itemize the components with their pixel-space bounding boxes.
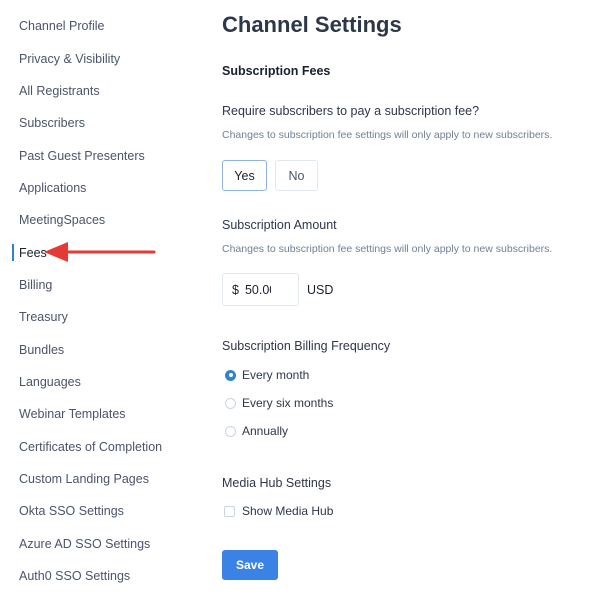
frequency-option-annually[interactable]: Annually — [222, 423, 288, 439]
currency-sign: $ — [232, 282, 239, 297]
sidebar-item-applications[interactable]: Applications — [19, 180, 86, 196]
show-media-hub-label: Show Media Hub — [242, 504, 334, 518]
settings-page: Channel Profile Privacy & Visibility All… — [0, 0, 600, 600]
subscription-amount-input[interactable] — [244, 282, 271, 297]
settings-sidebar: Channel Profile Privacy & Visibility All… — [0, 0, 200, 600]
frequency-option-label: Every month — [242, 368, 310, 382]
amount-helper-text: Changes to subscription fee settings wil… — [222, 243, 553, 255]
fee-helper-text: Changes to subscription fee settings wil… — [222, 129, 553, 141]
sidebar-item-past-guest-presenters[interactable]: Past Guest Presenters — [19, 148, 145, 164]
sidebar-item-subscribers[interactable]: Subscribers — [19, 115, 85, 131]
frequency-option-label: Every six months — [242, 396, 334, 410]
sidebar-item-certificates-of-completion[interactable]: Certificates of Completion — [19, 439, 162, 455]
currency-code: USD — [307, 283, 334, 297]
frequency-option-every-month[interactable]: Every month — [222, 367, 309, 383]
frequency-option-every-six-months[interactable]: Every six months — [222, 395, 333, 411]
billing-frequency-label: Subscription Billing Frequency — [222, 339, 391, 353]
sidebar-item-auth0-sso-settings[interactable]: Auth0 SSO Settings — [19, 568, 130, 584]
sidebar-item-treasury[interactable]: Treasury — [19, 309, 68, 325]
sidebar-item-meetingspaces[interactable]: MeetingSpaces — [19, 212, 105, 228]
sidebar-item-languages[interactable]: Languages — [19, 374, 81, 390]
sidebar-item-fees[interactable]: Fees — [19, 245, 47, 261]
subscription-fees-heading: Subscription Fees — [222, 64, 331, 78]
active-item-indicator — [12, 244, 14, 261]
save-button[interactable]: Save — [222, 550, 278, 580]
sidebar-item-azure-ad-sso-settings[interactable]: Azure AD SSO Settings — [19, 536, 150, 552]
show-media-hub-option[interactable]: Show Media Hub — [222, 504, 333, 518]
sidebar-item-privacy-visibility[interactable]: Privacy & Visibility — [19, 51, 120, 67]
sidebar-item-bundles[interactable]: Bundles — [19, 342, 64, 358]
fee-no-button[interactable]: No — [275, 160, 318, 191]
sidebar-item-all-registrants[interactable]: All Registrants — [19, 83, 100, 99]
frequency-option-label: Annually — [242, 424, 289, 438]
sidebar-item-channel-profile[interactable]: Channel Profile — [19, 18, 104, 34]
sidebar-item-webinar-templates[interactable]: Webinar Templates — [19, 406, 126, 422]
sidebar-item-okta-sso-settings[interactable]: Okta SSO Settings — [19, 503, 124, 519]
sidebar-item-billing[interactable]: Billing — [19, 277, 52, 293]
media-hub-settings-label: Media Hub Settings — [222, 476, 332, 490]
annotation-arrow-icon — [44, 242, 156, 262]
page-title: Channel Settings — [222, 12, 402, 37]
radio-unchecked-icon[interactable] — [225, 397, 236, 409]
subscription-amount-label: Subscription Amount — [222, 218, 337, 232]
require-fee-question: Require subscribers to pay a subscriptio… — [222, 104, 480, 118]
radio-checked-icon[interactable] — [225, 369, 236, 381]
sidebar-item-custom-landing-pages[interactable]: Custom Landing Pages — [19, 471, 149, 487]
subscription-amount-field[interactable]: $ — [222, 273, 299, 306]
checkbox-unchecked-icon[interactable] — [224, 505, 235, 517]
settings-main: Channel Settings Subscription Fees Requi… — [222, 0, 600, 600]
fee-yes-button[interactable]: Yes — [222, 160, 267, 191]
radio-unchecked-icon[interactable] — [225, 425, 236, 437]
